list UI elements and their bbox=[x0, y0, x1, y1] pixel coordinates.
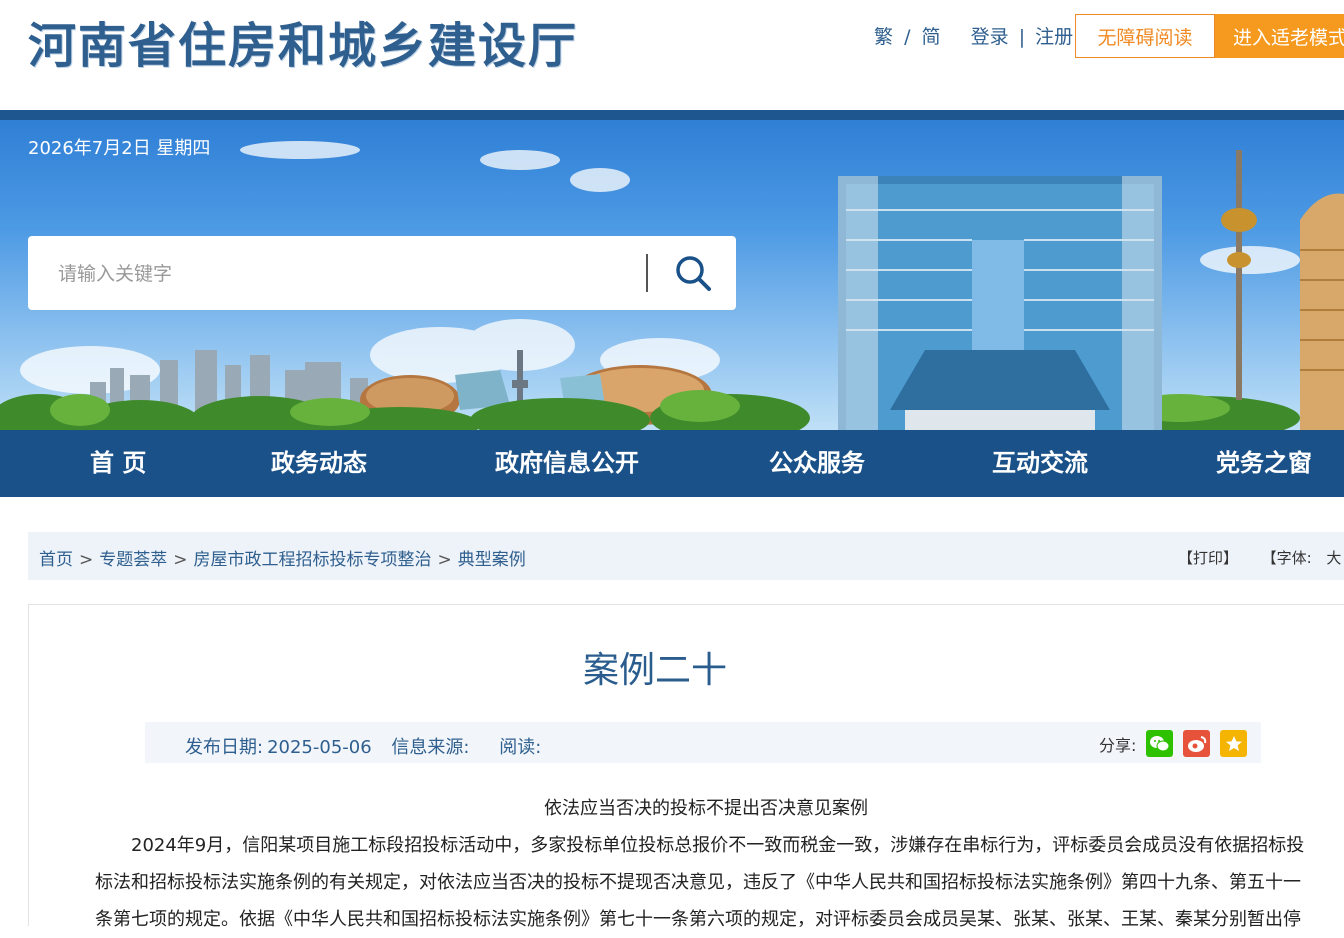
elder-mode-button[interactable]: 进入适老模式 bbox=[1215, 14, 1344, 58]
article-paragraph: 2024年9月，信阳某项目施工标段招投标活动中，多家投标单位投标总报价不一致而税… bbox=[95, 835, 1305, 930]
nav-public-service[interactable]: 公众服务 bbox=[769, 430, 865, 497]
traditional-chinese-link[interactable]: 繁 bbox=[874, 22, 893, 49]
weibo-icon bbox=[1187, 735, 1207, 752]
accessible-reading-button[interactable]: 无障碍阅读 bbox=[1075, 14, 1215, 58]
share-wechat-button[interactable] bbox=[1146, 730, 1174, 757]
share-label: 分享: bbox=[1099, 735, 1137, 755]
register-link[interactable]: 注册 bbox=[1035, 22, 1073, 49]
search-box bbox=[28, 236, 736, 310]
site-title[interactable]: 河南省住房和城乡建设厅 bbox=[28, 6, 578, 76]
breadcrumb: 首页 > 专题荟萃 > 房屋市政工程招标投标专项整治 > 典型案例 bbox=[39, 545, 526, 570]
wechat-icon bbox=[1149, 735, 1170, 751]
read-count-label: 阅读: bbox=[499, 737, 542, 758]
article-panel: 案例二十 发布日期: 2025-05-06 信息来源: 阅读: 分享: 依法应当… bbox=[28, 604, 1344, 930]
article-body: 依法应当否决的投标不提出否决意见案例 2024年9月，信阳某项目施工标段招投标活… bbox=[95, 790, 1317, 938]
article-meta-bar: 发布日期: 2025-05-06 信息来源: 阅读: 分享: bbox=[145, 722, 1261, 763]
star-icon bbox=[1225, 735, 1242, 751]
breadcrumb-home[interactable]: 首页 bbox=[39, 550, 73, 570]
main-nav: 首 页 政务动态 政府信息公开 公众服务 互动交流 党务之窗 bbox=[0, 430, 1344, 497]
nav-government-news[interactable]: 政务动态 bbox=[271, 430, 367, 497]
breadcrumb-separator: > bbox=[79, 550, 94, 570]
banner: 2026年7月2日 星期四 bbox=[0, 120, 1344, 430]
print-button[interactable]: 【打印】 bbox=[1178, 549, 1238, 567]
share-weibo-button[interactable] bbox=[1183, 730, 1211, 757]
current-date: 2026年7月2日 星期四 bbox=[28, 138, 211, 159]
publish-date-label: 发布日期: bbox=[185, 737, 264, 758]
breadcrumb-separator: > bbox=[173, 550, 188, 570]
share-group: 分享: bbox=[1099, 730, 1248, 757]
font-size-label: 【字体: bbox=[1261, 549, 1312, 567]
article-subtitle: 依法应当否决的投标不提出否决意见案例 bbox=[544, 798, 868, 819]
breadcrumb-bar: 首页 > 专题荟萃 > 房屋市政工程招标投标专项整治 > 典型案例 【打印】 【字体: 大 … bbox=[28, 532, 1344, 580]
search-icon bbox=[676, 256, 711, 291]
source-label: 信息来源: bbox=[391, 737, 470, 758]
article-title: 案例二十 bbox=[582, 650, 727, 691]
page-tools: 【打印】 【字体: 大 中 小 bbox=[1178, 547, 1344, 568]
publish-date: 2025-05-06 bbox=[267, 737, 372, 758]
search-divider bbox=[646, 254, 648, 292]
login-link[interactable]: 登录 bbox=[971, 22, 1009, 49]
share-favorite-button[interactable] bbox=[1220, 730, 1248, 757]
search-input[interactable] bbox=[56, 258, 650, 290]
lang-separator: / bbox=[904, 26, 911, 48]
breadcrumb-special-campaign[interactable]: 房屋市政工程招标投标专项整治 bbox=[194, 550, 432, 570]
search-button[interactable] bbox=[668, 250, 718, 296]
header-links: 繁 / 简 登录 | 注册 bbox=[874, 22, 1073, 49]
nav-interaction[interactable]: 互动交流 bbox=[992, 430, 1088, 497]
nav-home[interactable]: 首 页 bbox=[90, 430, 146, 497]
breadcrumb-separator: > bbox=[437, 550, 452, 570]
breadcrumb-topics[interactable]: 专题荟萃 bbox=[99, 550, 167, 570]
nav-party-affairs[interactable]: 党务之窗 bbox=[1216, 430, 1312, 497]
header: 河南省住房和城乡建设厅 繁 / 简 登录 | 注册 无障碍阅读 进入适老模式 bbox=[0, 0, 1344, 110]
header-divider bbox=[0, 110, 1344, 120]
article-meta: 发布日期: 2025-05-06 信息来源: 阅读: bbox=[185, 733, 555, 759]
link-separator: | bbox=[1018, 26, 1026, 48]
font-large-button[interactable]: 大 bbox=[1326, 549, 1341, 567]
breadcrumb-typical-cases[interactable]: 典型案例 bbox=[458, 550, 526, 570]
simplified-chinese-link[interactable]: 简 bbox=[922, 22, 941, 49]
nav-info-disclosure[interactable]: 政府信息公开 bbox=[495, 430, 639, 497]
